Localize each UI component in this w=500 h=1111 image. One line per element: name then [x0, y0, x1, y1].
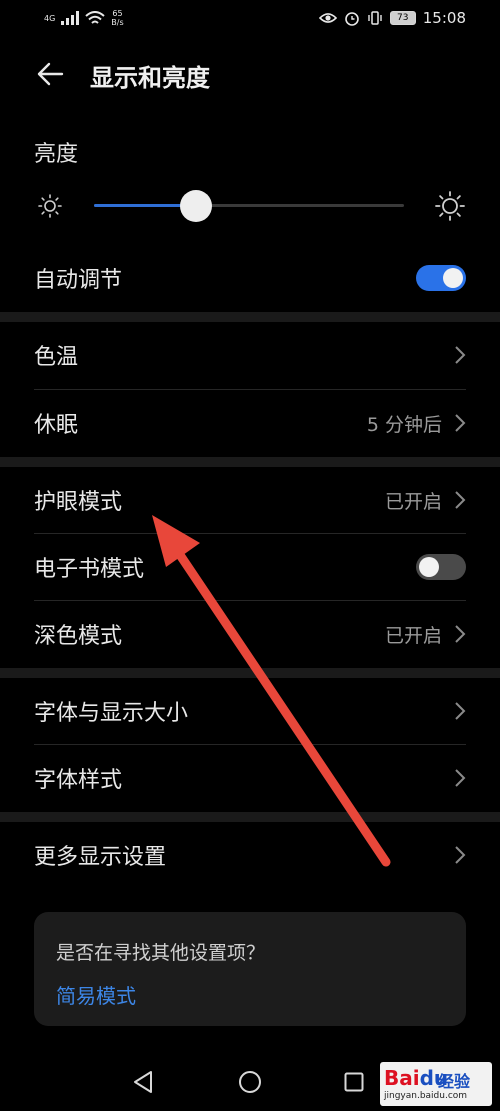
suggestion-card: 是否在寻找其他设置项？ 简易模式 — [34, 912, 466, 1026]
auto-adjust-toggle[interactable] — [416, 265, 466, 291]
status-left: 4G 65 B/s — [44, 9, 124, 27]
section-gap — [0, 312, 500, 322]
simple-mode-link[interactable]: 简易模式 — [56, 980, 136, 1009]
status-right: 73 15:08 — [318, 9, 466, 27]
sleep-label: 休眠 — [34, 413, 79, 438]
nav-home-icon[interactable] — [238, 1070, 262, 1094]
sleep-row[interactable]: 休眠 5 分钟后 — [0, 390, 500, 456]
page-title: 显示和亮度 — [90, 64, 210, 92]
section-gap — [0, 457, 500, 467]
more-display-settings-row[interactable]: 更多显示设置 — [0, 822, 500, 888]
clock: 15:08 — [422, 9, 466, 27]
battery-icon: 73 — [389, 11, 416, 25]
brightness-slider[interactable] — [94, 190, 404, 222]
section-gap — [0, 812, 500, 822]
sun-low-icon — [38, 194, 62, 218]
eye-comfort-label: 护眼模式 — [34, 490, 123, 515]
sun-high-icon — [435, 191, 465, 221]
alarm-icon — [344, 12, 359, 26]
ebook-mode-label: 电子书模式 — [34, 557, 145, 582]
toggle-knob — [419, 557, 439, 577]
brightness-label: 亮度 — [34, 142, 79, 167]
net-speed-value: 65 — [112, 9, 123, 18]
eye-comfort-value: 已开启 — [384, 490, 442, 513]
eye-comfort-row[interactable]: 护眼模式 已开启 — [0, 467, 500, 533]
color-temperature-row[interactable]: 色温 — [0, 322, 500, 388]
chevron-right-icon — [455, 414, 466, 432]
ebook-mode-row: 电子书模式 — [0, 534, 500, 600]
suggestion-question: 是否在寻找其他设置项？ — [56, 942, 266, 964]
font-style-label: 字体样式 — [34, 768, 123, 793]
status-bar: 4G 65 B/s 73 15:08 — [0, 0, 500, 36]
more-display-settings-label: 更多显示设置 — [34, 845, 167, 870]
color-temperature-label: 色温 — [34, 345, 79, 370]
font-display-size-label: 字体与显示大小 — [34, 701, 189, 726]
chevron-right-icon — [455, 625, 466, 643]
brightness-slider-row — [34, 186, 466, 226]
dark-mode-value: 已开启 — [384, 624, 442, 647]
brightness-slider-thumb[interactable] — [180, 190, 213, 222]
nav-recent-apps-icon[interactable] — [344, 1072, 364, 1092]
signal-icon — [61, 11, 80, 25]
chevron-right-icon — [455, 702, 466, 720]
eye-icon — [318, 13, 337, 23]
font-style-row[interactable]: 字体样式 — [0, 745, 500, 811]
net-speed-unit: B/s — [111, 18, 124, 27]
auto-adjust-row: 自动调节 — [0, 252, 500, 304]
watermark-brand: 经验 — [438, 1072, 471, 1091]
watermark-url: jingyan.baidu.com — [384, 1091, 468, 1101]
font-display-size-row[interactable]: 字体与显示大小 — [0, 678, 500, 744]
sleep-value: 5 分钟后 — [366, 413, 442, 436]
auto-adjust-label: 自动调节 — [34, 268, 123, 293]
baidu-jingyan-watermark: Baidu 经验 jingyan.baidu.com — [380, 1062, 492, 1106]
section-gap — [0, 668, 500, 678]
nav-back-icon[interactable] — [132, 1070, 154, 1094]
watermark-logo-left: Bai — [384, 1066, 420, 1090]
back-arrow-icon[interactable] — [36, 60, 64, 88]
network-type: 4G — [44, 13, 56, 23]
chevron-right-icon — [455, 346, 466, 364]
page-header: 显示和亮度 — [0, 50, 500, 98]
net-speed: 65 B/s — [111, 9, 123, 27]
toggle-knob — [443, 268, 463, 288]
chevron-right-icon — [455, 846, 466, 864]
dark-mode-label: 深色模式 — [34, 624, 123, 649]
ebook-mode-toggle[interactable] — [416, 554, 466, 580]
wifi-icon — [85, 10, 105, 24]
dark-mode-row[interactable]: 深色模式 已开启 — [0, 601, 500, 667]
chevron-right-icon — [455, 491, 466, 509]
vibrate-icon — [368, 11, 382, 25]
chevron-right-icon — [455, 769, 466, 787]
